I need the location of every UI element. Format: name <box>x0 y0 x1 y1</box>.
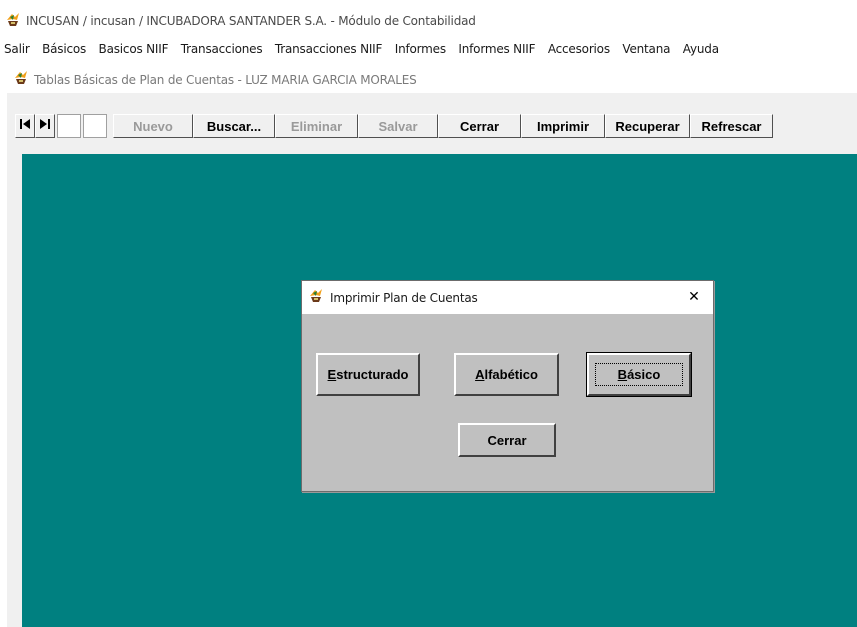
close-icon: ✕ <box>688 289 700 305</box>
nuevo-button[interactable]: Nuevo <box>113 114 193 138</box>
salvar-button[interactable]: Salvar <box>358 114 438 138</box>
dialog-close-button[interactable]: ✕ <box>685 287 703 307</box>
dialog-logo-icon <box>308 287 324 308</box>
refrescar-button[interactable]: Refrescar <box>690 114 773 138</box>
menu-bar: Salir Básicos Basicos NIIF Transacciones… <box>0 40 857 58</box>
alfabetico-button[interactable]: Alfabético <box>454 353 559 396</box>
basico-label: Básico <box>594 363 684 386</box>
record-field-1[interactable] <box>57 114 81 138</box>
menu-ventana[interactable]: Ventana <box>622 42 670 56</box>
estructurado-button[interactable]: Estructurado <box>316 353 420 396</box>
menu-transacciones[interactable]: Transacciones <box>181 42 263 56</box>
buscar-button[interactable]: Buscar... <box>193 114 275 138</box>
menu-accesorios[interactable]: Accesorios <box>548 42 610 56</box>
toolbar: Nuevo Buscar... Eliminar Salvar Cerrar I… <box>15 114 773 138</box>
eliminar-button[interactable]: Eliminar <box>275 114 358 138</box>
imprimir-plan-dialog: Imprimir Plan de Cuentas ✕ Estructurado … <box>301 280 714 492</box>
imprimir-button[interactable]: Imprimir <box>521 114 605 138</box>
first-record-icon <box>19 117 31 135</box>
child-titlebar: Tablas Básicas de Plan de Cuentas - LUZ … <box>7 66 857 93</box>
recuperar-button[interactable]: Recuperar <box>605 114 690 138</box>
dialog-titlebar: Imprimir Plan de Cuentas ✕ <box>302 281 713 314</box>
first-record-button[interactable] <box>15 114 35 138</box>
app-title: INCUSAN / incusan / INCUBADORA SANTANDER… <box>26 14 476 28</box>
cerrar-button[interactable]: Cerrar <box>438 114 521 138</box>
menu-informes[interactable]: Informes <box>395 42 446 56</box>
menu-informes-niif[interactable]: Informes NIIF <box>458 42 535 56</box>
alfabetico-label: Alfabético <box>475 367 538 382</box>
child-window-title: Tablas Básicas de Plan de Cuentas - LUZ … <box>34 72 417 87</box>
dialog-cerrar-button[interactable]: Cerrar <box>458 423 556 457</box>
estructurado-label: Estructurado <box>327 367 409 382</box>
last-record-icon <box>39 117 51 135</box>
menu-basicos[interactable]: Básicos <box>42 42 86 56</box>
basico-button[interactable]: Básico <box>586 352 692 397</box>
next-record-button[interactable] <box>35 114 55 138</box>
dialog-title: Imprimir Plan de Cuentas <box>330 290 478 305</box>
app-titlebar: INCUSAN / incusan / INCUBADORA SANTANDER… <box>0 10 857 32</box>
menu-ayuda[interactable]: Ayuda <box>683 42 719 56</box>
menu-basicos-niif[interactable]: Basicos NIIF <box>99 42 169 56</box>
window-logo-icon <box>13 69 29 90</box>
menu-transacciones-niif[interactable]: Transacciones NIIF <box>275 42 383 56</box>
menu-salir[interactable]: Salir <box>4 42 30 56</box>
app-logo-icon <box>5 11 21 32</box>
record-field-2[interactable] <box>83 114 107 138</box>
